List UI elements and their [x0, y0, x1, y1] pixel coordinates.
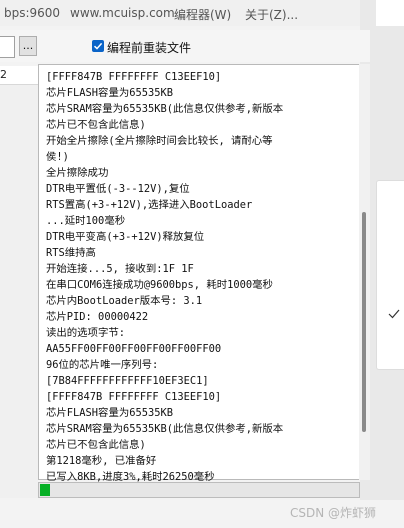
- log-line: 读出的选项字节:: [46, 327, 125, 339]
- log-line: [FFFF847B FFFFFFFF C13EEF10]: [46, 391, 222, 403]
- log-line: 全片擦除成功: [46, 167, 109, 179]
- log-line: AA55FF00FF00FF00FF00FF00FF00: [46, 343, 222, 355]
- reload-file-label[interactable]: 编程前重装文件: [107, 39, 191, 56]
- log-line: 96位的芯片唯一序列号:: [46, 359, 159, 371]
- log-line: DTR电平变高(+3-+12V)释放复位: [46, 231, 205, 243]
- log-line: 芯片SRAM容量为65535KB(此信息仅供参考,新版本: [46, 423, 284, 435]
- left-list-item[interactable]: 2: [0, 66, 38, 85]
- reload-file-checkbox[interactable]: [92, 40, 104, 52]
- website-label: www.mcuisp.com: [70, 6, 175, 20]
- log-scrollbar-thumb[interactable]: [362, 212, 366, 432]
- log-line: 芯片已不包含此信息): [46, 439, 146, 451]
- baud-rate-label: bps:9600: [4, 6, 61, 20]
- side-popup-panel: [376, 180, 404, 370]
- file-path-input[interactable]: [0, 36, 15, 58]
- background-window-top: [376, 0, 404, 26]
- browse-button[interactable]: ...: [19, 36, 37, 56]
- log-line: 侯!): [46, 151, 69, 163]
- log-line: 芯片FLASH容量为65535KB: [46, 407, 174, 419]
- log-line: 芯片已不包含此信息): [46, 119, 146, 131]
- progress-bar: [38, 482, 360, 498]
- log-line: 芯片PID: 00000422: [46, 311, 149, 323]
- log-output[interactable]: [FFFF847B FFFFFFFF C13EEF10] 芯片FLASH容量为65…: [38, 64, 360, 483]
- checkmark-icon: [388, 309, 400, 319]
- log-line: 在串口COM6连接成功@9600bps, 耗时1000毫秒: [46, 279, 273, 291]
- left-list-item-number: 2: [0, 68, 7, 81]
- checkbox-checked-icon: [93, 42, 103, 50]
- toolbar: ... 编程前重装文件: [0, 30, 370, 62]
- log-line: RTS置高(+3-+12V),选择进入BootLoader: [46, 199, 253, 211]
- title-bar: bps:9600 www.mcuisp.com 编程器(W) 关于(Z)...: [0, 0, 404, 26]
- log-line: 芯片SRAM容量为65535KB(此信息仅供参考,新版本: [46, 103, 284, 115]
- log-scrollbar[interactable]: [359, 64, 370, 480]
- watermark: CSDN @炸虾狮: [290, 506, 377, 520]
- log-line: 开始连接...5, 接收到:1F 1F: [46, 263, 194, 275]
- log-line: 开始全片擦除(全片擦除时间会比较长, 请耐心等: [46, 135, 273, 147]
- progress-bar-fill: [40, 484, 50, 496]
- log-line: RTS维持高: [46, 247, 96, 259]
- menu-editor[interactable]: 编程器(W): [174, 6, 231, 23]
- menu-about[interactable]: 关于(Z)...: [245, 6, 298, 23]
- log-line: 第1218毫秒, 已准备好: [46, 455, 157, 467]
- log-line: [FFFF847B FFFFFFFF C13EEF10]: [46, 71, 222, 83]
- log-line: 芯片FLASH容量为65535KB: [46, 87, 174, 99]
- log-line: 芯片内BootLoader版本号: 3.1: [46, 295, 203, 307]
- log-line: [7B84FFFFFFFFFFFF10EF3EC1]: [46, 375, 209, 387]
- log-lines: [FFFF847B FFFFFFFF C13EEF10] 芯片FLASH容量为65…: [46, 69, 346, 485]
- log-line: ...延时100毫秒: [46, 215, 126, 227]
- log-line: DTR电平置低(-3--12V),复位: [46, 183, 190, 195]
- left-panel: 2: [0, 66, 38, 498]
